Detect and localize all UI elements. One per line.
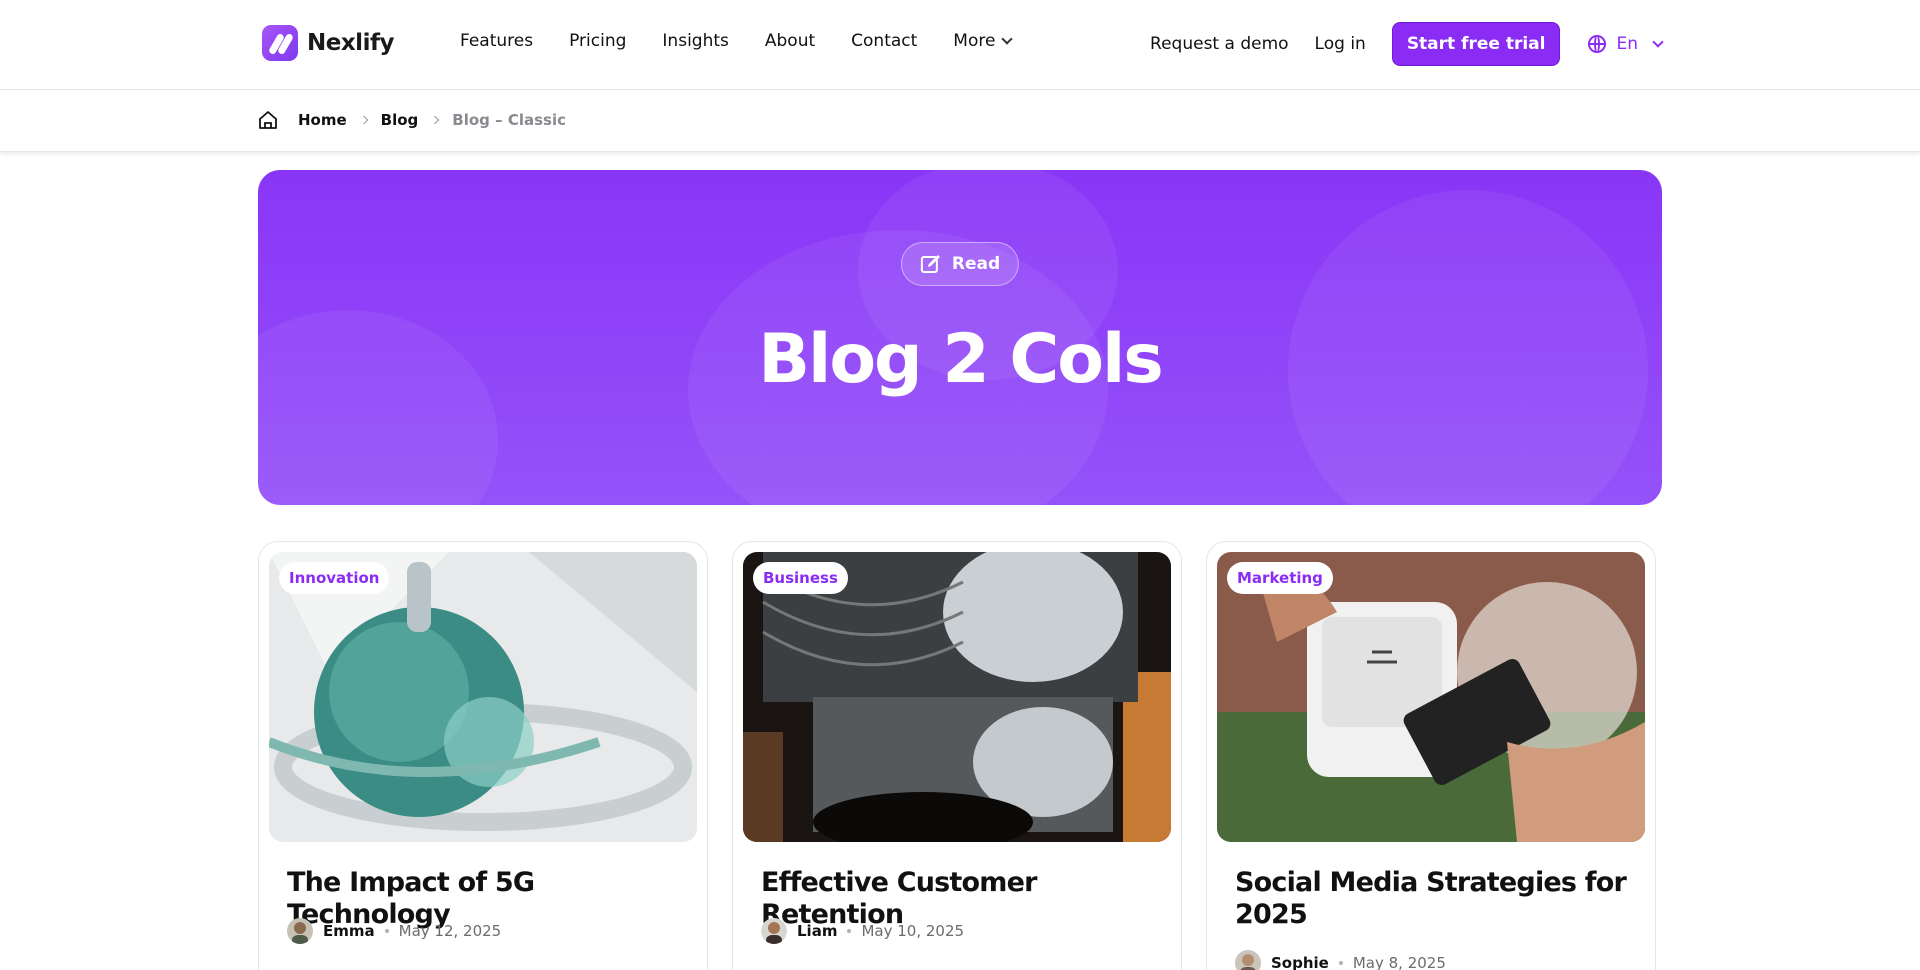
nav-contact[interactable]: Contact — [851, 31, 917, 51]
language-label: En — [1616, 34, 1638, 54]
nav-more[interactable]: More — [953, 31, 1014, 51]
author-name[interactable]: Emma — [323, 922, 375, 940]
chevron-down-icon — [1001, 33, 1014, 45]
breadcrumb-current: Blog – Classic — [452, 111, 567, 129]
breadcrumb-bar: Home Blog Blog – Classic — [0, 90, 1920, 152]
read-badge: Read — [900, 242, 1020, 286]
post-image[interactable]: Innovation — [269, 552, 697, 842]
nav-more-label: More — [953, 31, 996, 51]
author-name[interactable]: Sophie — [1271, 954, 1329, 970]
logo-text: Nexlify — [307, 30, 394, 56]
post-image-monitors — [743, 552, 1171, 842]
avatar — [287, 918, 313, 944]
hero-banner: Read Blog 2 Cols — [258, 170, 1662, 505]
logo-icon — [262, 25, 298, 61]
site-header: Nexlify Features Pricing Insights About … — [0, 0, 1920, 90]
language-selector[interactable]: En — [1588, 34, 1664, 54]
home-icon[interactable] — [258, 110, 278, 130]
post-image[interactable]: Marketing — [1217, 552, 1645, 842]
post-meta: Liam May 10, 2025 — [761, 918, 964, 944]
author-name[interactable]: Liam — [797, 922, 837, 940]
avatar — [761, 918, 787, 944]
avatar — [1235, 950, 1261, 970]
page-title: Blog 2 Cols — [758, 320, 1164, 399]
breadcrumb-blog[interactable]: Blog — [381, 111, 419, 129]
start-free-trial-button[interactable]: Start free trial — [1391, 22, 1561, 66]
nav-pricing[interactable]: Pricing — [569, 31, 626, 51]
category-tag[interactable]: Marketing — [1227, 562, 1333, 594]
logo[interactable]: Nexlify — [262, 25, 394, 61]
post-image-5g — [269, 552, 697, 842]
post-date: May 12, 2025 — [398, 922, 502, 940]
request-demo-link[interactable]: Request a demo — [1150, 34, 1289, 54]
globe-icon — [1588, 35, 1607, 53]
nav-about[interactable]: About — [765, 31, 815, 51]
breadcrumb-home[interactable]: Home — [298, 111, 347, 129]
chevron-right-icon — [359, 115, 368, 125]
post-title[interactable]: Social Media Strategies for 2025 — [1235, 867, 1635, 931]
post-meta: Emma May 12, 2025 — [287, 918, 501, 944]
separator-dot — [1338, 961, 1343, 965]
nav-insights[interactable]: Insights — [662, 31, 728, 51]
category-tag[interactable]: Innovation — [279, 562, 390, 594]
edit-icon — [920, 255, 940, 273]
separator-dot — [847, 929, 852, 933]
category-tag[interactable]: Business — [753, 562, 848, 594]
separator-dot — [384, 929, 389, 933]
blog-card[interactable]: Marketing Social Media Strategies for 20… — [1206, 541, 1656, 970]
chevron-right-icon — [431, 115, 440, 125]
chevron-down-icon — [1652, 36, 1664, 48]
post-meta: Sophie May 8, 2025 — [1235, 950, 1446, 970]
nav-features[interactable]: Features — [460, 31, 533, 51]
blog-card[interactable]: Innovation The Impact of 5G Technology E… — [258, 541, 708, 970]
post-date: May 10, 2025 — [861, 922, 965, 940]
main-nav: Features Pricing Insights About Contact … — [460, 31, 1014, 51]
post-image-payment — [1217, 552, 1645, 842]
post-image[interactable]: Business — [743, 552, 1171, 842]
blog-card[interactable]: Business Effective Customer Retention Li… — [732, 541, 1182, 970]
badge-label: Read — [951, 254, 1001, 274]
post-date: May 8, 2025 — [1352, 954, 1446, 970]
breadcrumb: Home Blog Blog – Classic — [258, 110, 566, 130]
login-link[interactable]: Log in — [1315, 34, 1366, 54]
header-actions: Request a demo Log in Start free trial E… — [1150, 22, 1664, 66]
